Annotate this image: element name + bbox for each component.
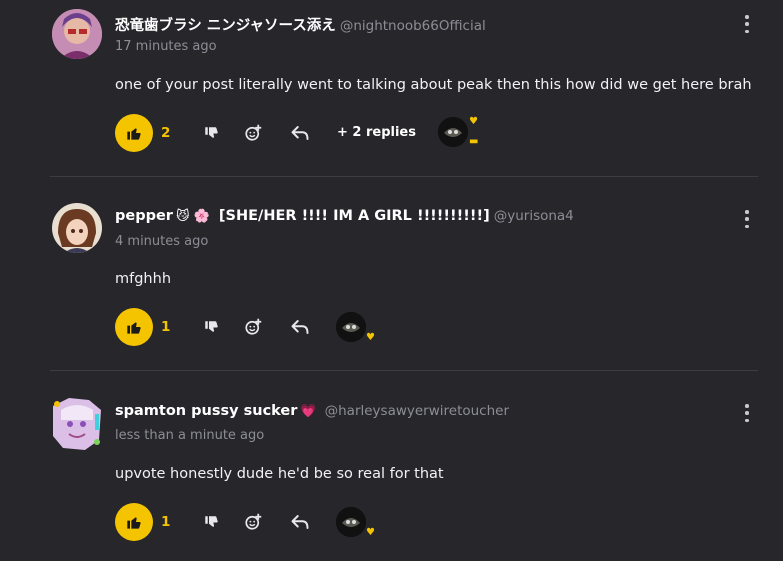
author-emoji: 💗 [300,404,317,419]
like-count: 2 [161,125,171,141]
like-button[interactable] [115,503,153,541]
add-reaction-icon [245,124,262,141]
reply-button[interactable] [290,512,310,532]
reactor-avatar[interactable]: ♥ [336,312,376,344]
author-handle[interactable]: @yurisona4 [494,208,574,224]
add-reaction-icon [245,318,262,335]
author-name[interactable]: spamton pussy sucker [115,403,297,419]
thumbs-up-icon [127,517,141,529]
author-emoji: 😼 🌸 [175,209,210,224]
comment-text: one of your post literally went to talki… [115,77,752,93]
dislike-button[interactable] [201,123,221,143]
add-reaction-button[interactable] [243,512,263,532]
dislike-button[interactable] [201,317,221,337]
author-name[interactable]: 恐竜歯ブラシ ニンジャソース添え [115,18,336,34]
avatar[interactable] [52,9,102,59]
heart-icon: ♥ [469,116,478,127]
reactor-avatar[interactable]: ♥ ▬ [438,117,478,149]
comment-timestamp: 4 minutes ago [115,234,209,249]
comment-author[interactable]: pepper 😼 🌸 [SHE/HER !!!! IM A GIRL !!!!!!… [115,208,574,224]
divider [50,370,758,371]
reactor-avatar[interactable]: ♥ [336,507,376,539]
reply-button[interactable] [290,123,310,143]
avatar[interactable] [49,396,105,452]
more-options-icon[interactable] [742,15,752,33]
thumbs-up-icon [127,322,141,334]
reply-icon [291,126,309,140]
comment-author[interactable]: 恐竜歯ブラシ ニンジャソース添え @nightnoob66Official [115,14,486,35]
add-reaction-button[interactable] [243,123,263,143]
divider [50,176,758,177]
heart-icon: ♥ [366,332,375,343]
avatar[interactable] [52,203,102,253]
author-handle[interactable]: @nightnoob66Official [340,18,486,34]
reply-button[interactable] [290,317,310,337]
comment-text: mfghhh [115,271,172,287]
author-name-suffix[interactable]: [SHE/HER !!!! IM A GIRL !!!!!!!!!!] [219,208,490,224]
add-reaction-icon [245,513,262,530]
like-button[interactable] [115,114,153,152]
heart-icon: ♥ [366,527,375,538]
more-options-icon[interactable] [742,404,752,422]
thumbs-down-icon [204,320,218,332]
thumbs-down-icon [204,515,218,527]
reply-icon [291,515,309,529]
dislike-button[interactable] [201,512,221,532]
author-name[interactable]: pepper [115,208,173,224]
more-options-icon[interactable] [742,210,752,228]
add-reaction-button[interactable] [243,317,263,337]
thumbs-up-icon [127,128,141,140]
comment-text: upvote honestly dude he'd be so real for… [115,466,444,482]
like-count: 1 [161,319,171,335]
author-handle[interactable]: @harleysawyerwiretoucher [325,403,509,419]
like-button[interactable] [115,308,153,346]
comment-timestamp: 17 minutes ago [115,39,217,54]
speech-bubble-icon: ▬ [469,136,479,147]
thumbs-down-icon [204,126,218,138]
comment-author[interactable]: spamton pussy sucker 💗 @harleysawyerwireto… [115,403,509,419]
view-replies-link[interactable]: + 2 replies [337,125,416,140]
reply-icon [291,320,309,334]
comment-timestamp: less than a minute ago [115,428,265,443]
like-count: 1 [161,514,171,530]
